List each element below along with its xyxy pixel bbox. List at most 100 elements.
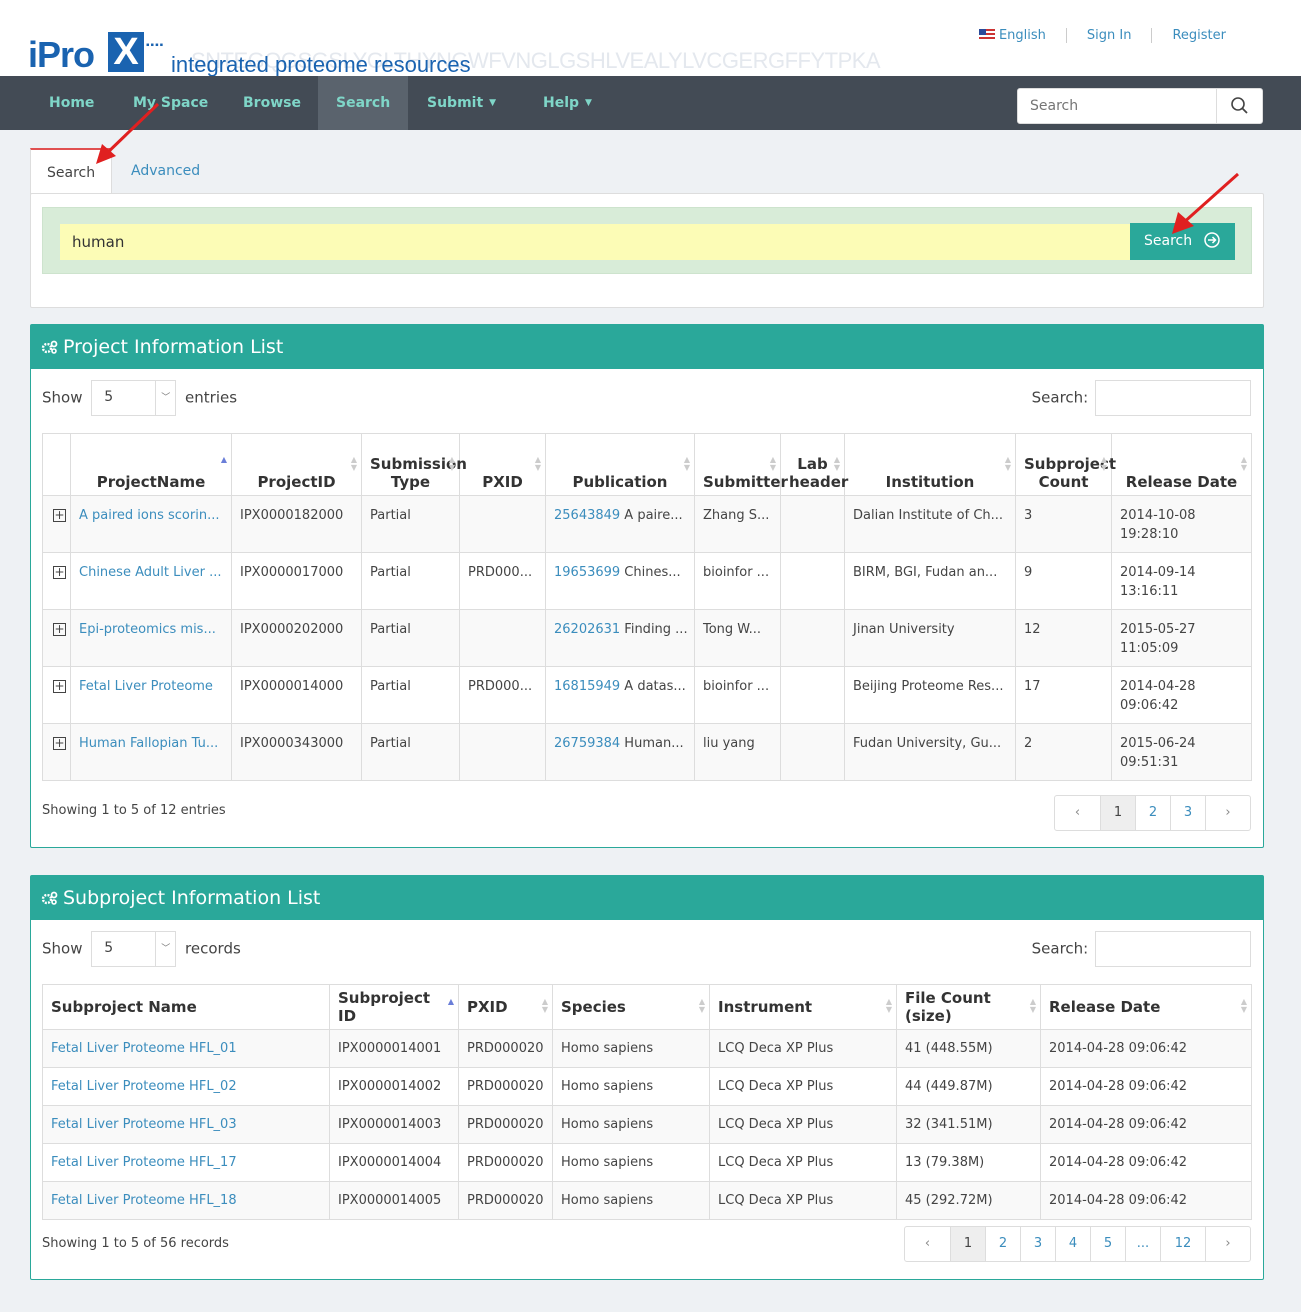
project-name-link[interactable]: Human Fallopian Tu... <box>79 736 218 751</box>
col-label: Species <box>561 998 626 1016</box>
nav-help[interactable]: Help ▼ <box>525 76 610 130</box>
subproject-name-link[interactable]: Fetal Liver Proteome HFL_02 <box>51 1079 237 1094</box>
col-pxid[interactable]: PXID ▲ ▼ <box>459 433 546 496</box>
release-time: 09:06:42 <box>1120 698 1179 713</box>
subproject-panel-title: Subproject Information List <box>63 887 321 909</box>
project-name-cell: Human Fallopian Tu... <box>70 723 232 781</box>
col-subproject-id[interactable]: Subproject ID ▲ <box>329 984 459 1030</box>
instrument-cell: LCQ Deca XP Plus <box>709 1067 897 1106</box>
query-input[interactable] <box>60 224 1130 260</box>
next-page-button[interactable]: › <box>1205 796 1250 830</box>
logo-tagline: integrated proteome resources <box>171 52 471 77</box>
release-time: 13:16:11 <box>1120 584 1179 599</box>
sort-icon: ▲ ▼ <box>833 454 840 472</box>
project-name-link[interactable]: A paired ions scorin... <box>79 508 219 523</box>
nav-browse[interactable]: Browse <box>225 76 319 130</box>
sign-in-link[interactable]: Sign In <box>1065 28 1152 43</box>
col-label: PXID <box>482 473 523 491</box>
prev-page-button[interactable]: ‹ <box>905 1227 950 1261</box>
col-sub-release-date[interactable]: Release Date ▲ ▼ <box>1040 984 1252 1030</box>
expand-plus-icon[interactable]: + <box>53 566 66 579</box>
project-name-cell: A paired ions scorin... <box>70 495 232 553</box>
chevron-down-icon: ▼ <box>585 98 592 108</box>
project-name-link[interactable]: Chinese Adult Liver ... <box>79 565 222 580</box>
subproject-name-link[interactable]: Fetal Liver Proteome HFL_01 <box>51 1041 237 1056</box>
page-1[interactable]: 1 <box>950 1227 985 1261</box>
col-publication[interactable]: Publication ▲ ▼ <box>545 433 695 496</box>
page-3[interactable]: 3 <box>1170 796 1205 830</box>
pxid-cell: PRD000020 <box>458 1143 553 1182</box>
col-institution[interactable]: Institution ▲ ▼ <box>844 433 1016 496</box>
subproject-name-link[interactable]: Fetal Liver Proteome HFL_17 <box>51 1155 237 1170</box>
pubmed-link[interactable]: 25643849 <box>554 508 620 523</box>
col-label: Subproject Name <box>51 998 197 1016</box>
expand-plus-icon[interactable]: + <box>53 509 66 522</box>
col-label: ProjectName <box>96 473 206 491</box>
col-release-date[interactable]: Release Date ▲ ▼ <box>1111 433 1252 496</box>
table-row: Fetal Liver Proteome HFL_18 IPX0000014005… <box>42 1181 1252 1220</box>
col-sub-pxid[interactable]: PXID ▲ ▼ <box>458 984 553 1030</box>
nav-search-button[interactable] <box>1216 89 1262 123</box>
page-2[interactable]: 2 <box>1135 796 1170 830</box>
project-length-select[interactable]: 5 ﹀ <box>91 380 177 416</box>
project-name-link[interactable]: Epi-proteomics mis... <box>79 622 216 637</box>
publication-text: Chines... <box>620 565 681 580</box>
subproject-panel-header: Subproject Information List <box>31 876 1263 920</box>
language-link[interactable]: English <box>959 28 1066 43</box>
col-project-name[interactable]: ProjectName ▲ <box>70 433 232 496</box>
publication-cell: 26759384 Human... <box>545 723 695 781</box>
nav-help-label: Help <box>543 95 580 111</box>
nav-search-input[interactable] <box>1018 89 1218 123</box>
col-instrument[interactable]: Instrument ▲ ▼ <box>709 984 897 1030</box>
instrument-cell: LCQ Deca XP Plus <box>709 1105 897 1144</box>
col-species[interactable]: Species ▲ ▼ <box>552 984 710 1030</box>
sort-icon: ▲ ▼ <box>1240 997 1247 1014</box>
expand-plus-icon[interactable]: + <box>53 680 66 693</box>
expand-plus-icon[interactable]: + <box>53 623 66 636</box>
subproject-filter-input[interactable] <box>1095 931 1251 967</box>
subproject-name-link[interactable]: Fetal Liver Proteome HFL_18 <box>51 1193 237 1208</box>
col-lab-header[interactable]: Lab header ▲ ▼ <box>780 433 848 496</box>
pubmed-link[interactable]: 16815949 <box>554 679 620 694</box>
release-date: 2015-06-24 <box>1120 736 1196 751</box>
release-date-cell: 2014-10-08 19:28:10 <box>1111 495 1252 553</box>
page-4[interactable]: 4 <box>1055 1227 1090 1261</box>
page-3[interactable]: 3 <box>1020 1227 1055 1261</box>
prev-page-button[interactable]: ‹ <box>1055 796 1100 830</box>
page-12[interactable]: 12 <box>1160 1227 1205 1261</box>
pubmed-link[interactable]: 26759384 <box>554 736 620 751</box>
col-subproject-count[interactable]: Subproject Count ▲ ▼ <box>1015 433 1116 496</box>
register-link[interactable]: Register <box>1151 28 1246 43</box>
project-filter-input[interactable] <box>1095 380 1251 416</box>
sort-icon: ▲ ▼ <box>885 997 892 1014</box>
lab-header-cell <box>780 552 845 610</box>
project-pagination: ‹ 1 2 3 › <box>1054 795 1251 831</box>
nav-submit[interactable]: Submit ▼ <box>409 76 514 130</box>
pxid-cell: PRD000020 <box>458 1029 553 1068</box>
institution-cell: BIRM, BGI, Fudan an... <box>844 552 1016 610</box>
institution-cell: Fudan University, Gu... <box>844 723 1016 781</box>
col-submitter[interactable]: Submitter ▲ ▼ <box>694 433 788 496</box>
page-1[interactable]: 1 <box>1100 796 1135 830</box>
pubmed-link[interactable]: 26202631 <box>554 622 620 637</box>
col-subproject-name[interactable]: Subproject Name <box>42 984 330 1030</box>
nav-search-box <box>1017 88 1263 124</box>
subproject-name-link[interactable]: Fetal Liver Proteome HFL_03 <box>51 1117 237 1132</box>
page-2[interactable]: 2 <box>985 1227 1020 1261</box>
publication-cell: 26202631 Finding ... <box>545 609 695 667</box>
release-date-cell: 2014-09-14 13:16:11 <box>1111 552 1252 610</box>
page-5[interactable]: 5 <box>1090 1227 1125 1261</box>
col-submission-type[interactable]: Submission Type ▲ ▼ <box>361 433 467 496</box>
project-name-link[interactable]: Fetal Liver Proteome <box>79 679 213 694</box>
logo-x-mark: X <box>108 32 144 72</box>
subproject-length-select[interactable]: 5 ﹀ <box>91 931 177 967</box>
col-label: Release Date <box>1049 998 1161 1016</box>
next-page-button[interactable]: › <box>1205 1227 1250 1261</box>
col-project-id[interactable]: ProjectID ▲ ▼ <box>231 433 362 496</box>
sort-icon: ▲ ▼ <box>769 454 776 472</box>
expand-plus-icon[interactable]: + <box>53 737 66 750</box>
col-file-count[interactable]: File Count (size) ▲ ▼ <box>896 984 1041 1030</box>
subproject-count-cell: 2 <box>1015 723 1112 781</box>
pubmed-link[interactable]: 19653699 <box>554 565 620 580</box>
nav-search[interactable]: Search <box>318 76 409 130</box>
